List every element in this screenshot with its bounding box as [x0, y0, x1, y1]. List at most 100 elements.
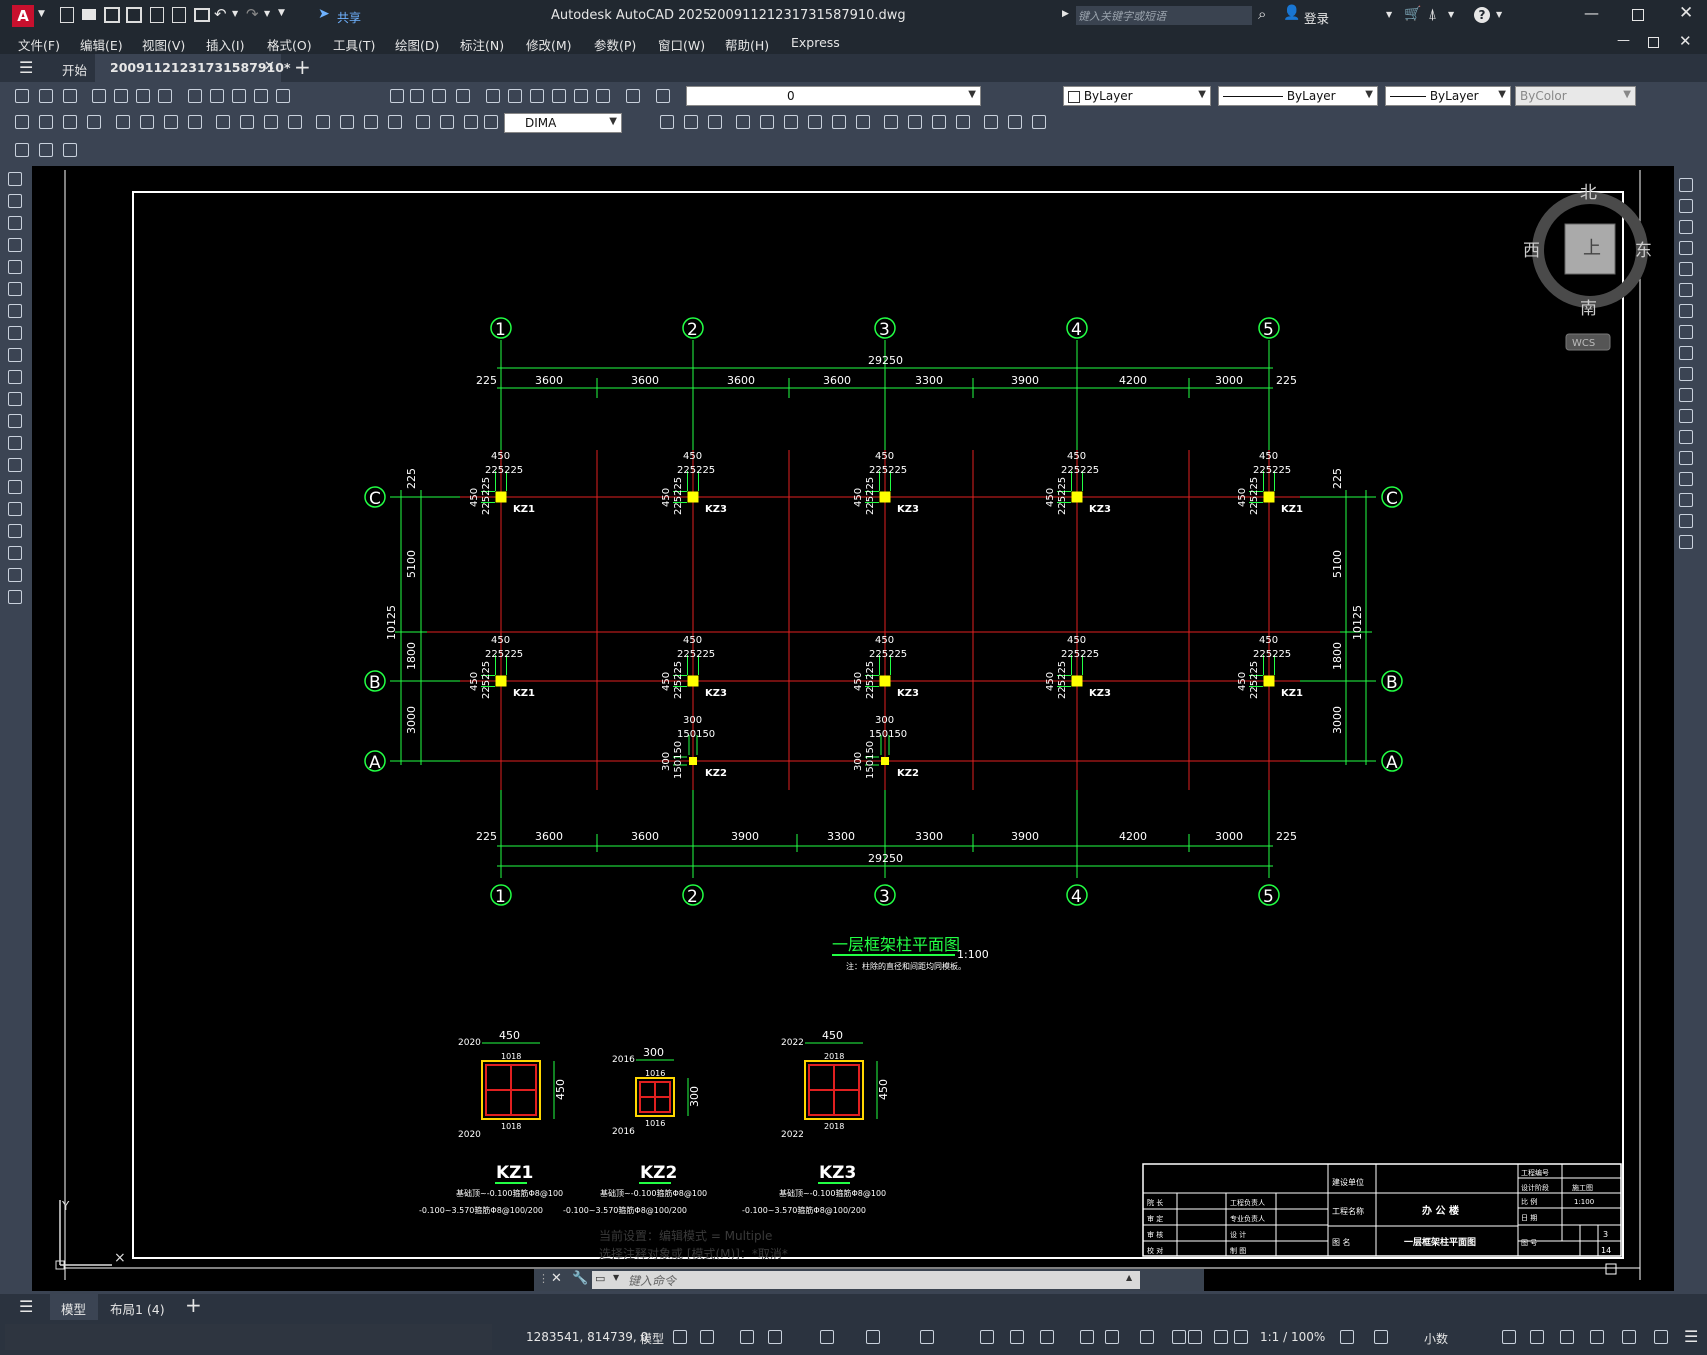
help-icon[interactable] [626, 89, 640, 103]
scale-icon[interactable] [1679, 325, 1693, 339]
polyline-icon[interactable] [8, 216, 22, 230]
layer-delete-icon[interactable] [908, 115, 922, 129]
doc-close-button[interactable]: ✕ [1679, 32, 1692, 50]
3d-print-icon[interactable] [158, 89, 172, 103]
customize-qat-icon[interactable]: ▼ [278, 8, 285, 18]
revision-cloud-icon[interactable] [8, 326, 22, 340]
menu-help[interactable]: 帮助(H) [725, 35, 769, 54]
aligned-dim-icon[interactable] [39, 115, 53, 129]
open-icon[interactable] [82, 9, 96, 20]
osnap-icon[interactable] [920, 1330, 934, 1344]
snap-icon[interactable] [700, 1330, 714, 1344]
viewcube-west[interactable]: 西 [1523, 241, 1540, 261]
linetype-dropdown[interactable]: ByLayer ▼ [1218, 86, 1378, 106]
update-icon[interactable] [484, 115, 498, 129]
array-icon[interactable] [1679, 262, 1693, 276]
annotation-monitor-icon[interactable] [1374, 1330, 1388, 1344]
blend-icon[interactable] [1679, 514, 1693, 528]
osnap-track-icon[interactable] [866, 1330, 880, 1344]
new-icon[interactable] [60, 7, 74, 23]
auto-scale-icon[interactable] [1214, 1330, 1228, 1344]
circle-icon[interactable] [8, 304, 22, 318]
point-icon[interactable] [8, 458, 22, 472]
login-dropdown-icon[interactable]: ▼ [1386, 10, 1392, 19]
layer-properties-icon[interactable] [656, 89, 670, 103]
plot-icon[interactable] [92, 89, 106, 103]
sheet-set-icon[interactable] [552, 89, 566, 103]
plotstyle-dropdown[interactable]: ByColor ▼ [1515, 86, 1636, 106]
customize-statusbar-icon[interactable]: ☰ [1684, 1327, 1698, 1346]
gradient-icon[interactable] [8, 502, 22, 516]
workspace-icon[interactable] [1340, 1330, 1354, 1344]
ortho-icon[interactable] [740, 1330, 754, 1344]
copy-icon[interactable] [210, 89, 224, 103]
viewcube-south[interactable]: 南 [1580, 299, 1597, 319]
hatch-icon[interactable] [8, 480, 22, 494]
space-icon[interactable] [288, 115, 302, 129]
undo-icon[interactable]: ↶ [214, 5, 227, 23]
angular-icon[interactable] [188, 115, 202, 129]
qnew-icon[interactable] [15, 89, 29, 103]
annotation-scale[interactable]: 1:1 / 100% [1260, 1330, 1325, 1344]
layer-merge-icon[interactable] [884, 115, 898, 129]
undo-dropdown-icon[interactable]: ▼ [232, 9, 238, 18]
move-icon[interactable] [1679, 283, 1693, 297]
dynamic-ucs-icon[interactable] [1105, 1330, 1119, 1344]
command-input[interactable]: ▭ ▼ 键入命令 ▲ [592, 1271, 1140, 1289]
isolate-objects-icon[interactable] [1590, 1330, 1604, 1344]
login-button[interactable]: 登录 [1304, 8, 1329, 27]
isodraft-icon[interactable] [820, 1330, 834, 1344]
line-icon[interactable] [8, 172, 22, 186]
lineweight-dropdown[interactable]: ByLayer ▼ [1385, 86, 1511, 106]
layout-menu-icon[interactable]: ☰ [19, 1297, 33, 1316]
extend-icon[interactable] [1679, 388, 1693, 402]
annotation-visibility-icon[interactable] [1188, 1330, 1202, 1344]
erase-icon[interactable] [1679, 178, 1693, 192]
menu-tools[interactable]: 工具(T) [333, 35, 375, 54]
layer-iso-icon[interactable] [684, 115, 698, 129]
menu-insert[interactable]: 插入(I) [206, 35, 244, 54]
cut-icon[interactable] [188, 89, 202, 103]
layer-lock-icon[interactable] [760, 115, 774, 129]
tool-palettes-icon[interactable] [530, 89, 544, 103]
gizmo-icon[interactable] [1172, 1330, 1186, 1344]
command-dropdown-icon[interactable]: ▼ [613, 1273, 619, 1282]
center-mark-icon[interactable] [364, 115, 378, 129]
command-close-icon[interactable]: ✕ [551, 1271, 562, 1286]
edit-dim-icon[interactable] [440, 115, 454, 129]
share-icon[interactable]: ➤ [318, 6, 330, 22]
ellipse-arc-icon[interactable] [8, 392, 22, 406]
block-editor-icon[interactable] [15, 143, 29, 157]
fillet-icon[interactable] [1679, 493, 1693, 507]
rotate-icon[interactable] [1679, 304, 1693, 318]
layer-unlock-icon[interactable] [784, 115, 798, 129]
autodesk-a360-icon[interactable]: ⍋ [1428, 5, 1437, 23]
make-block-icon[interactable] [8, 436, 22, 450]
coordinates-readout[interactable]: 1283541, 814739, 0 [526, 1330, 648, 1344]
block-icon[interactable] [276, 89, 290, 103]
mtext-icon[interactable] [8, 568, 22, 582]
publish-icon[interactable] [150, 7, 164, 23]
paste-icon[interactable] [232, 89, 246, 103]
jogged-icon[interactable] [140, 115, 154, 129]
explode-icon[interactable] [1679, 535, 1693, 549]
drawing-canvas[interactable]: 3600 3600 3600 3600 3300 3900 4200 3000 29250 225… [32, 166, 1674, 1291]
model-space-button[interactable]: 模型 [640, 1330, 664, 1347]
construction-line-icon[interactable] [8, 194, 22, 208]
continue-icon[interactable] [264, 115, 278, 129]
plot-preview-icon[interactable] [114, 89, 128, 103]
ordinate-icon[interactable] [87, 115, 101, 129]
tab-model[interactable]: 模型 [50, 1294, 98, 1320]
tab-layout1[interactable]: 布局1 (4) [110, 1299, 165, 1318]
plot-icon[interactable] [194, 8, 210, 22]
qopen-icon[interactable] [39, 89, 53, 103]
diameter-icon[interactable] [164, 115, 178, 129]
layer-restore-icon[interactable] [1032, 115, 1046, 129]
share-button[interactable]: 共享 [337, 9, 361, 26]
layer-states-icon[interactable] [63, 143, 77, 157]
match-properties-icon[interactable] [254, 89, 268, 103]
layer-prev-icon[interactable] [660, 115, 674, 129]
doc-restore-button[interactable] [1648, 37, 1659, 48]
design-center-icon[interactable] [508, 89, 522, 103]
pan-icon[interactable] [390, 89, 404, 103]
